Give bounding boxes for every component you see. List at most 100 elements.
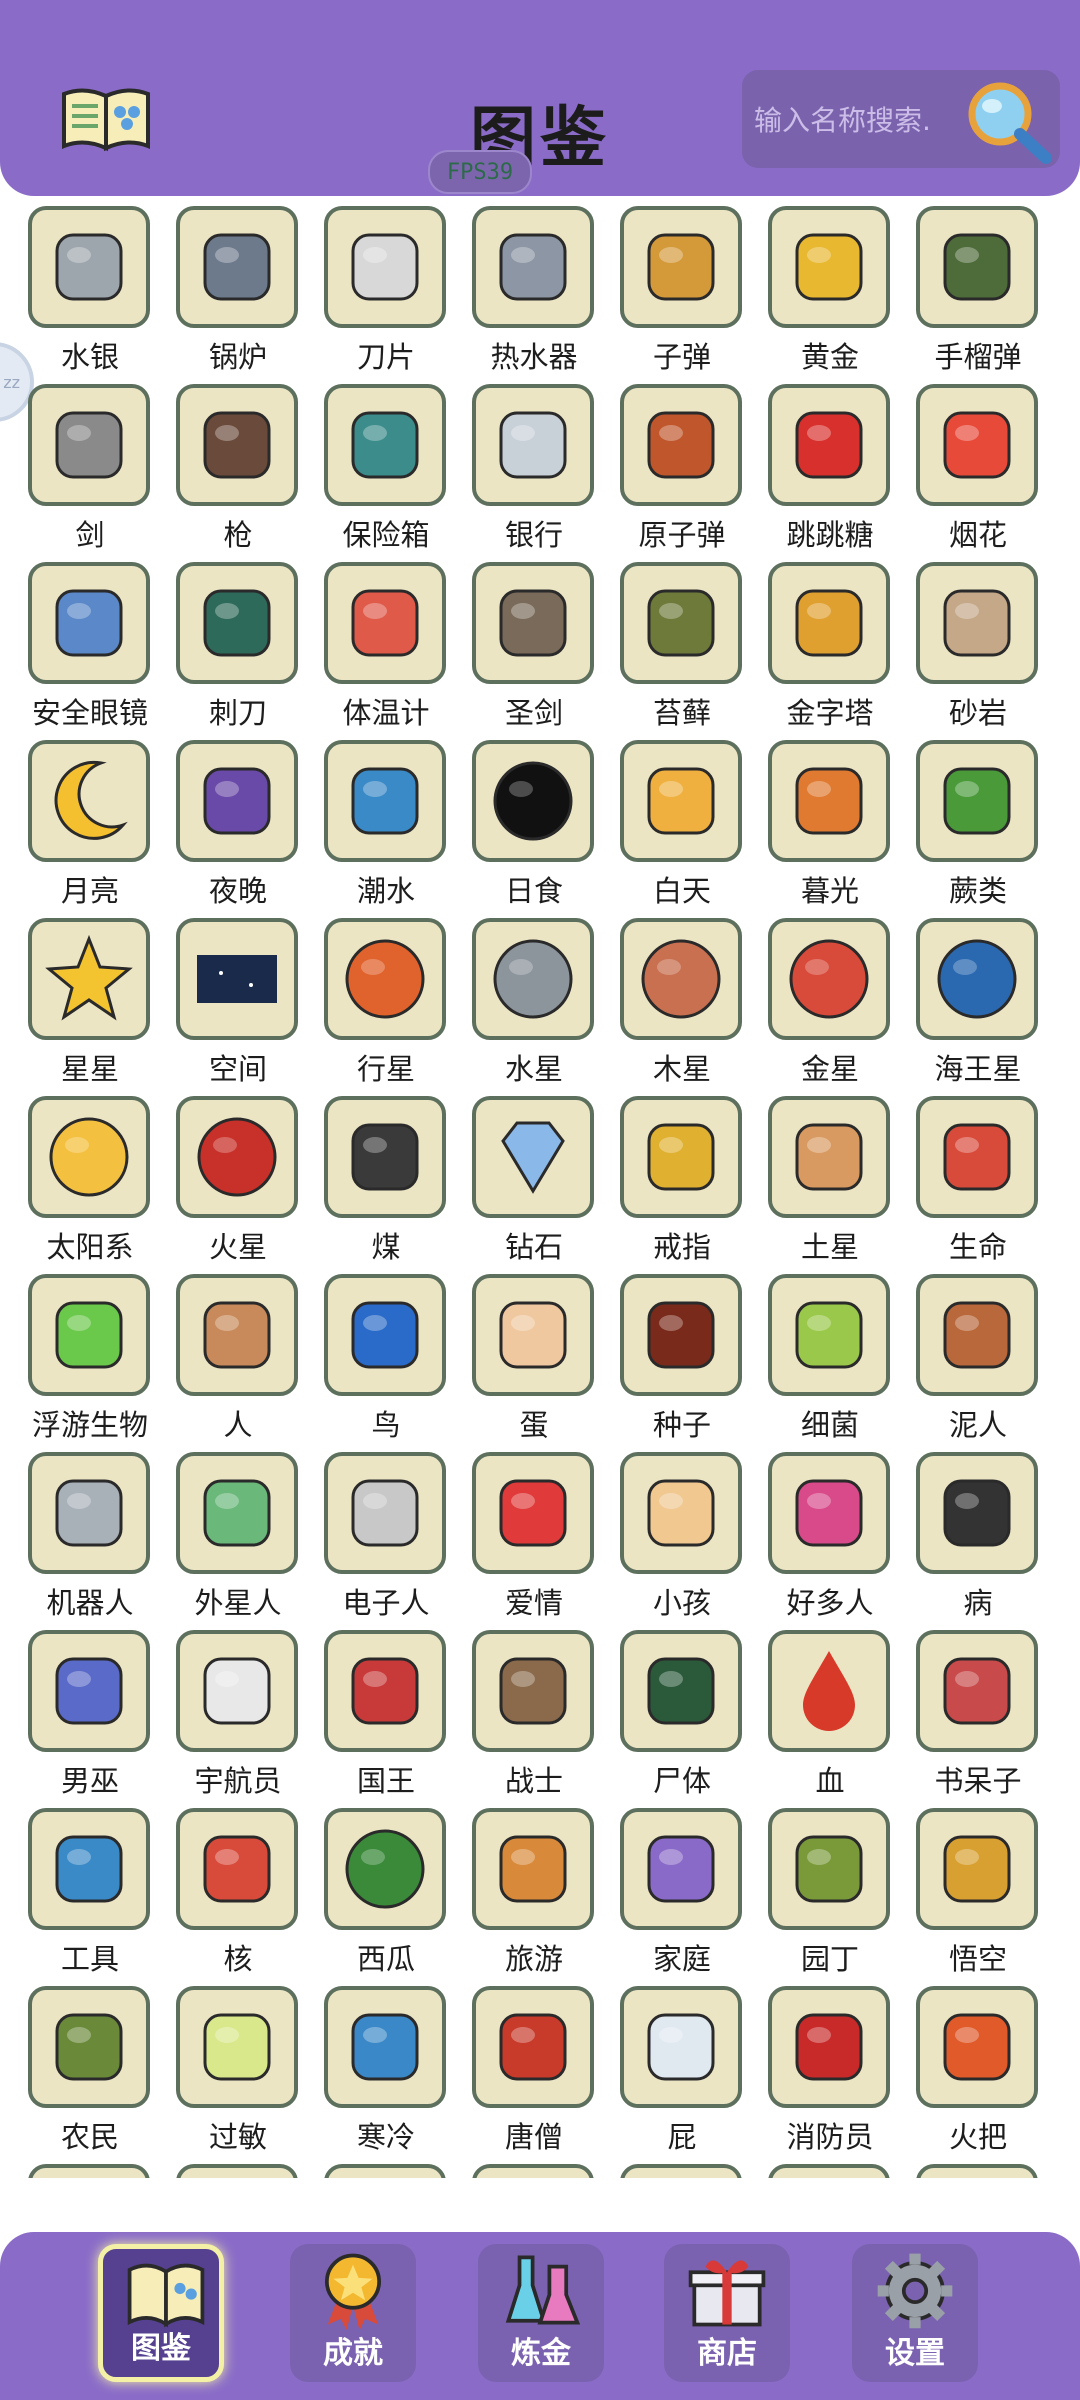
element-tile[interactable] [768,918,890,1040]
element-item[interactable]: 鸟 [322,1264,454,1442]
element-tile[interactable] [768,384,890,506]
magnifier-icon[interactable] [962,78,1054,164]
element-tile[interactable] [768,1808,890,1930]
element-tile[interactable] [620,1096,742,1218]
element-tile[interactable] [176,1630,298,1752]
element-item[interactable]: 家庭 [618,1798,750,1976]
element-item[interactable]: 体温计 [322,552,454,730]
element-item[interactable]: 西瓜 [322,1798,454,1976]
element-item[interactable]: 小孩 [618,1442,750,1620]
element-item[interactable]: 剑 [26,374,158,552]
element-tile[interactable] [324,740,446,862]
element-tile-partial[interactable] [28,2164,150,2178]
element-item[interactable]: 寒冷 [322,1976,454,2154]
element-tile[interactable] [176,1808,298,1930]
element-tile[interactable] [472,740,594,862]
element-item[interactable]: 生命 [914,1086,1046,1264]
element-item[interactable]: 刀片 [322,196,454,374]
element-tile[interactable] [916,1986,1038,2108]
element-item[interactable]: 潮水 [322,730,454,908]
element-item[interactable]: 刺刀 [174,552,306,730]
element-tile[interactable] [620,1274,742,1396]
element-tile[interactable] [324,206,446,328]
element-item[interactable]: 钻石 [470,1086,602,1264]
element-tile[interactable] [620,384,742,506]
element-tile[interactable] [324,1630,446,1752]
element-item[interactable]: 枪 [174,374,306,552]
element-item[interactable]: 戒指 [618,1086,750,1264]
element-item[interactable]: 血 [766,1620,898,1798]
element-item[interactable]: 细菌 [766,1264,898,1442]
element-item[interactable]: 水银 [26,196,158,374]
nav-gear-button[interactable]: 设置 [852,2244,978,2382]
element-tile-partial[interactable] [176,2164,298,2178]
element-tile[interactable] [472,562,594,684]
element-tile[interactable] [324,1274,446,1396]
element-item[interactable]: 核 [174,1798,306,1976]
element-tile[interactable] [324,562,446,684]
search-input[interactable] [752,94,968,146]
nav-gift-button[interactable]: 商店 [664,2244,790,2382]
element-item[interactable]: 热水器 [470,196,602,374]
element-item[interactable]: 海王星 [914,908,1046,1086]
element-tile[interactable] [472,206,594,328]
element-tile[interactable] [176,384,298,506]
element-item[interactable]: 安全眼镜 [26,552,158,730]
element-item[interactable]: 夜晚 [174,730,306,908]
element-item[interactable]: 空间 [174,908,306,1086]
element-tile[interactable] [768,562,890,684]
element-tile[interactable] [472,1274,594,1396]
element-tile[interactable] [916,384,1038,506]
element-item[interactable]: 苔藓 [618,552,750,730]
element-item[interactable]: 农民 [26,1976,158,2154]
element-item[interactable]: 战士 [470,1620,602,1798]
element-item[interactable]: 旅游 [470,1798,602,1976]
element-item[interactable]: 屁 [618,1976,750,2154]
element-tile[interactable] [324,1808,446,1930]
element-item[interactable]: 机器人 [26,1442,158,1620]
element-tile[interactable] [916,206,1038,328]
element-item[interactable]: 过敏 [174,1976,306,2154]
element-item[interactable]: 书呆子 [914,1620,1046,1798]
element-item[interactable]: 跳跳糖 [766,374,898,552]
element-item[interactable]: 烟花 [914,374,1046,552]
element-item[interactable]: 电子人 [322,1442,454,1620]
element-tile[interactable] [768,1452,890,1574]
element-tile[interactable] [916,1452,1038,1574]
element-item[interactable]: 行星 [322,908,454,1086]
element-tile[interactable] [28,384,150,506]
search-box[interactable] [742,70,1060,168]
element-item[interactable]: 工具 [26,1798,158,1976]
element-item[interactable]: 砂岩 [914,552,1046,730]
element-tile-partial[interactable] [768,2164,890,2178]
element-tile[interactable] [324,918,446,1040]
element-tile[interactable] [176,740,298,862]
element-tile[interactable] [176,1096,298,1218]
element-tile[interactable] [916,1808,1038,1930]
element-tile[interactable] [916,740,1038,862]
element-item[interactable]: 暮光 [766,730,898,908]
element-tile[interactable] [620,1452,742,1574]
element-tile[interactable] [916,562,1038,684]
element-tile-partial[interactable] [620,2164,742,2178]
element-tile[interactable] [768,740,890,862]
element-tile[interactable] [620,918,742,1040]
element-item[interactable]: 爱情 [470,1442,602,1620]
element-tile[interactable] [620,1808,742,1930]
element-item[interactable]: 蕨类 [914,730,1046,908]
element-item[interactable]: 子弹 [618,196,750,374]
element-tile[interactable] [28,1452,150,1574]
element-tile[interactable] [472,918,594,1040]
element-tile[interactable] [28,1808,150,1930]
element-item[interactable]: 外星人 [174,1442,306,1620]
element-tile[interactable] [176,1452,298,1574]
element-tile[interactable] [620,1630,742,1752]
element-tile[interactable] [28,562,150,684]
element-item[interactable]: 火星 [174,1086,306,1264]
element-item[interactable]: 煤 [322,1086,454,1264]
element-tile[interactable] [472,1452,594,1574]
element-tile[interactable] [620,740,742,862]
element-tile[interactable] [768,206,890,328]
element-item[interactable]: 浮游生物 [26,1264,158,1442]
element-tile[interactable] [472,384,594,506]
